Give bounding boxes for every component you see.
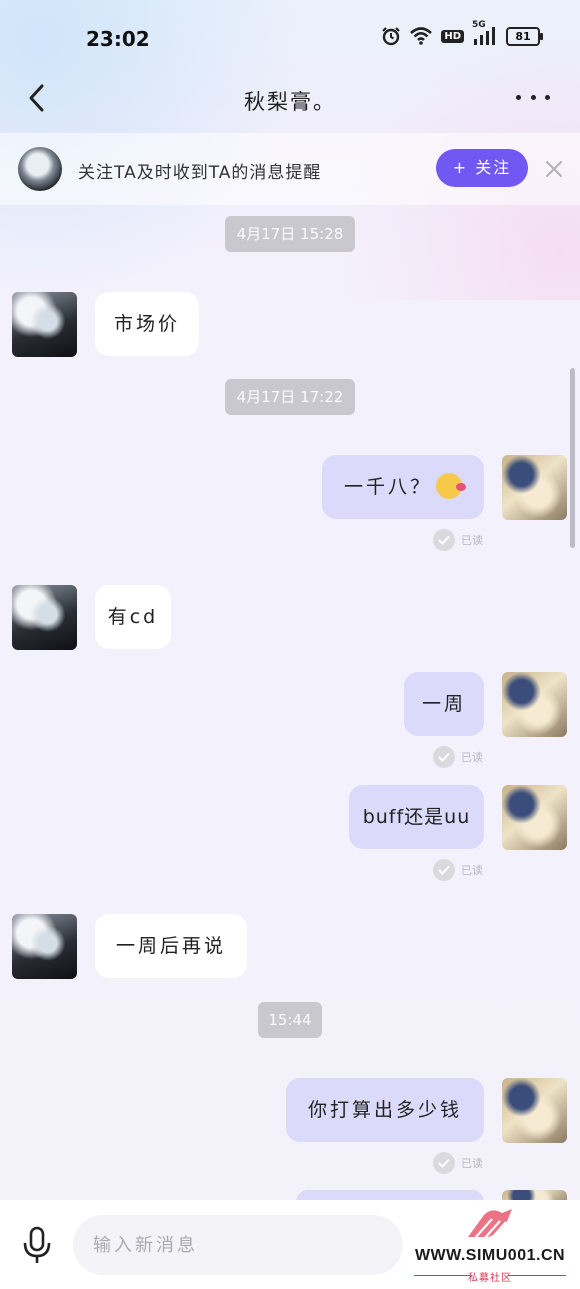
message-input[interactable] [73,1215,403,1275]
avatar[interactable] [502,1078,567,1143]
checkmark-icon [433,859,455,881]
alarm-icon [382,27,401,46]
chat-header: 秋梨膏。 [0,70,580,126]
checkmark-icon [433,529,455,551]
close-icon[interactable] [544,159,564,179]
avatar[interactable] [502,785,567,850]
divider [508,1275,566,1276]
timestamp: 15:44 [258,1002,322,1038]
avatar[interactable] [18,147,62,191]
message-text: 一千八？ [343,476,432,498]
battery-indicator: 81 [506,26,543,46]
read-status: 已读 [461,534,483,547]
thinking-face-emoji-icon [436,472,466,499]
follow-button[interactable]: + 关注 [436,149,528,187]
message-bubble[interactable]: 有cd [95,585,171,649]
status-time: 23:02 [86,27,150,51]
status-bar: 23:02 HD 5G 81 [0,0,580,76]
scrollbar[interactable] [570,368,575,548]
follow-prompt-text: 关注TA及时收到TA的消息提醒 [78,163,322,183]
avatar[interactable] [12,292,77,357]
message-bubble[interactable]: 一周 [404,672,484,736]
avatar[interactable] [12,585,77,650]
wifi-icon [410,27,433,45]
message-bubble[interactable]: 市场价 [95,292,199,356]
read-receipt: 已读 [433,859,483,881]
read-receipt: 已读 [433,1152,483,1174]
avatar[interactable] [502,672,567,737]
message-bubble[interactable]: 一千八？ [322,455,484,519]
cellular-signal: 5G [472,20,498,46]
watermark-url: WWW.SIMU001.CN [414,1247,566,1264]
more-horizontal-icon[interactable] [516,84,550,110]
avatar[interactable] [12,914,77,979]
timestamp: 4月17日 15:28 [225,216,355,252]
read-status: 已读 [461,751,483,764]
watermark-subtitle: 私募社区 [468,1273,512,1284]
status-icons: HD 5G 81 [381,20,543,46]
chat-title: 秋梨膏。 [244,90,336,114]
message-bubble[interactable]: buff还是uu [349,785,484,849]
microphone-icon[interactable] [20,1225,54,1265]
follow-bar: 关注TA及时收到TA的消息提醒 + 关注 [0,133,580,205]
read-status: 已读 [461,1157,483,1170]
hd-badge: HD [441,29,464,43]
read-receipt: 已读 [433,529,483,551]
timestamp: 4月17日 17:22 [225,379,355,415]
message-bubble[interactable]: 你打算出多少钱 [286,1078,484,1142]
message-bubble[interactable]: 一周后再说 [95,914,247,978]
read-status: 已读 [461,864,483,877]
checkmark-icon [433,1152,455,1174]
watermark: WWW.SIMU001.CN 私募社区 [404,1205,576,1285]
read-receipt: 已读 [433,746,483,768]
checkmark-icon [433,746,455,768]
signal-icon [474,27,495,45]
avatar[interactable] [502,455,567,520]
simu-logo-icon [468,1209,512,1240]
